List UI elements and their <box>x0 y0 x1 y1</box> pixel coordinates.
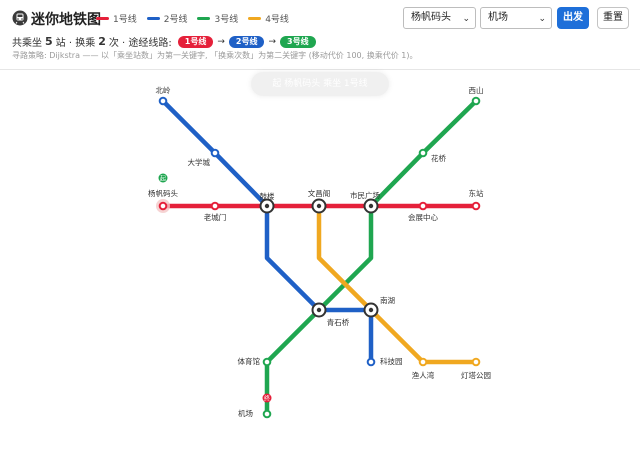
go-button[interactable]: 出发 <box>557 7 589 29</box>
to-station-value: 机场 <box>488 12 508 23</box>
legend-item-line3: 3号线 <box>197 12 238 25</box>
legend-swatch <box>146 17 160 20</box>
station-huaqiao[interactable] <box>418 148 428 158</box>
chevron-down-icon: ⌄ <box>538 14 546 24</box>
from-station-value: 杨帆码头 <box>411 12 451 23</box>
algorithm-note: 寻路策略: Dijkstra —— 以「乘坐站数」为第一关键字, 「换乘次数」为… <box>12 51 418 60</box>
station-jichang[interactable] <box>262 409 272 419</box>
station-kejiyuan[interactable] <box>366 357 376 367</box>
station-huizhanzhongxin[interactable] <box>418 201 428 211</box>
station-label-beiling: 北岭 <box>156 85 171 95</box>
legend-label: 2号线 <box>163 15 188 25</box>
station-label-huizhanzhongxin: 会展中心 <box>408 212 438 222</box>
route-arrow: → <box>268 36 277 47</box>
station-laochengmen[interactable] <box>210 201 220 211</box>
station-yangfan[interactable] <box>158 201 168 211</box>
line-legend: 1号线 2号线 3号线 4号线 <box>96 12 289 25</box>
summary-prefix: 共乘坐 <box>12 38 42 49</box>
station-yurenwan[interactable] <box>418 357 428 367</box>
legend-swatch <box>96 17 109 20</box>
station-dongzhan[interactable] <box>471 201 481 211</box>
metro-train-icon <box>12 10 28 26</box>
start-badge-label: 起 <box>160 174 166 182</box>
station-core <box>368 203 374 209</box>
route-chip-line1: 1号线 <box>177 35 214 48</box>
legend-item-line4: 4号线 <box>248 12 289 25</box>
legend-item-line2: 2号线 <box>146 12 188 25</box>
chevron-down-icon: ⌄ <box>462 14 470 24</box>
app-title: 迷你地铁图 <box>31 12 101 28</box>
metro-line-4 <box>316 203 479 365</box>
station-label-xishan: 西山 <box>469 85 484 95</box>
station-beiling[interactable] <box>158 96 168 106</box>
station-label-huaqiao: 花桥 <box>431 153 446 163</box>
station-tiyuguan[interactable] <box>262 357 272 367</box>
station-label-wenchangge: 文昌阁 <box>308 188 331 198</box>
station-daxuecheng[interactable] <box>210 148 220 158</box>
station-label-shiminguangchang: 市民广场 <box>350 190 380 200</box>
station-core <box>368 307 374 313</box>
station-label-jichang: 机场 <box>238 408 253 418</box>
legend-swatch <box>248 17 262 20</box>
top-bar: 迷你地铁图 1号线 2号线 3号线 4号线 杨帆码头 ⌄ 机场 ⌄ 出发 重置 … <box>0 0 640 70</box>
reset-button[interactable]: 重置 <box>597 7 629 29</box>
station-label-gulou: 鼓楼 <box>260 191 275 201</box>
route-summary: 共乘坐 5 站 · 换乘 2 次 · 途经线路: 1号线 → 2号线 → 3号线 <box>12 34 316 49</box>
legend-label: 3号线 <box>214 15 239 25</box>
legend-label: 1号线 <box>113 15 137 25</box>
metro-map[interactable]: 北岭大学城杨帆码头 起老城门 鼓楼 文昌阁 市民广场会展中心 东站 西山花桥青石桥 南湖体育馆… <box>0 70 640 461</box>
stop-count: 5 <box>45 35 53 48</box>
end-badge-label: 终 <box>264 394 270 402</box>
station-label-dengtagongyuan: 灯塔公园 <box>461 370 491 380</box>
station-label-laochengmen: 老城门 <box>204 212 227 222</box>
station-label-dongzhan: 东站 <box>469 188 484 198</box>
from-station-select[interactable]: 杨帆码头 ⌄ <box>403 7 476 29</box>
station-core <box>264 203 270 209</box>
station-label-daxuecheng: 大学城 <box>188 157 211 167</box>
station-label-yurenwan: 渔人湾 <box>412 370 435 380</box>
summary-stops-unit: 站 · 换乘 <box>55 38 96 49</box>
station-core <box>316 203 322 209</box>
legend-swatch <box>197 17 211 20</box>
transfer-count: 2 <box>98 35 106 48</box>
to-station-select[interactable]: 机场 ⌄ <box>480 7 552 29</box>
legend-label: 4号线 <box>265 15 289 25</box>
station-label-kejiyuan: 科技园 <box>380 356 403 366</box>
station-dengtagongyuan[interactable] <box>471 357 481 367</box>
station-core <box>316 307 322 313</box>
station-label-qingshiqiao: 青石桥 <box>327 317 350 327</box>
metro-line-3 <box>264 98 479 417</box>
legend-item-line1: 1号线 <box>96 12 137 25</box>
station-label-yangfan: 杨帆码头 <box>148 188 178 198</box>
summary-transfers-unit: 次 · 途经线路: <box>108 38 172 49</box>
route-chip-line3: 3号线 <box>280 35 316 48</box>
route-chip-line2: 2号线 <box>228 35 265 48</box>
current-step-banner: 起 杨帆码头 乘坐 1号线 <box>251 72 389 96</box>
station-xishan[interactable] <box>471 96 481 106</box>
station-label-nanhu: 南湖 <box>380 295 395 305</box>
route-arrow: → <box>217 36 225 47</box>
station-label-tiyuguan: 体育馆 <box>238 356 261 366</box>
